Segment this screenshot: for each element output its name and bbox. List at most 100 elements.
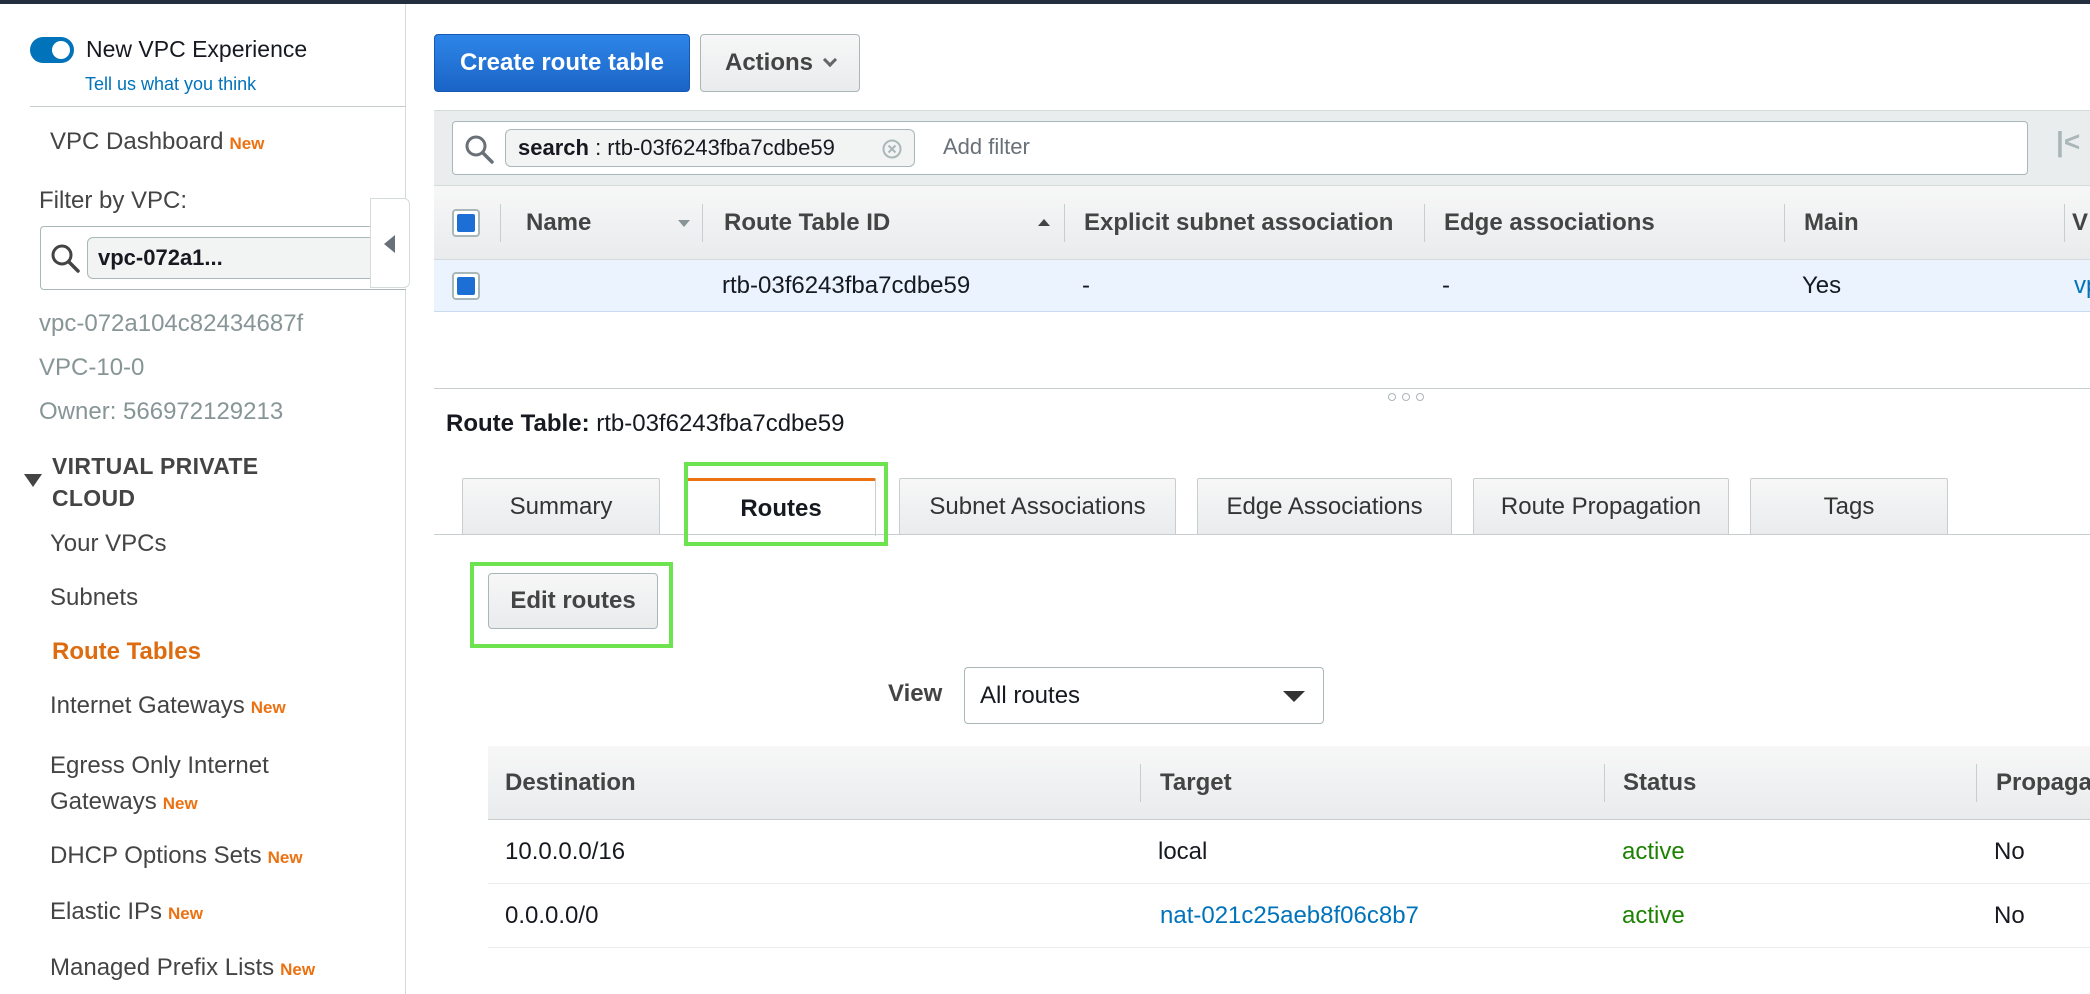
- sidebar-item-elastic-ips[interactable]: Elastic IPs New: [50, 898, 203, 926]
- cell-status: active: [1622, 838, 1685, 865]
- cell-edge-associations: -: [1442, 272, 1450, 299]
- collapse-sidebar-button[interactable]: [370, 198, 410, 288]
- column-header-destination[interactable]: Destination: [505, 746, 636, 820]
- clear-icon[interactable]: [882, 139, 902, 159]
- chevron-down-icon: [822, 52, 838, 68]
- view-selected-value: All routes: [980, 682, 1081, 709]
- sidebar-item-label: Subnets: [50, 584, 139, 611]
- new-vpc-toggle[interactable]: [30, 36, 74, 63]
- search-icon: [51, 244, 80, 273]
- filter-by-vpc-label: Filter by VPC:: [39, 187, 188, 214]
- tab-summary[interactable]: Summary: [462, 478, 660, 535]
- feedback-link[interactable]: Tell us what you think: [85, 74, 256, 95]
- sidebar-item-label: DHCP Options Sets: [50, 842, 262, 869]
- new-badge: New: [162, 794, 198, 813]
- column-header-main[interactable]: Main: [1804, 186, 1859, 260]
- add-filter-placeholder[interactable]: Add filter: [943, 134, 1030, 160]
- route-table-title: Route Table: rtb-03f6243fba7cdbe59: [446, 410, 844, 438]
- section-title-line2: CLOUD: [52, 485, 136, 511]
- column-header-name[interactable]: Name: [526, 186, 591, 260]
- cell-destination: 0.0.0.0/0: [505, 902, 599, 929]
- create-route-table-button[interactable]: Create route table: [434, 34, 690, 92]
- search-icon: [465, 135, 494, 164]
- sort-icon[interactable]: [678, 220, 690, 227]
- sidebar: New VPC Experience Tell us what you thin…: [0, 4, 406, 994]
- column-separator: [702, 204, 703, 242]
- actions-label: Actions: [724, 49, 813, 76]
- chip-key: search: [518, 135, 589, 160]
- tab-tags[interactable]: Tags: [1750, 478, 1948, 535]
- sidebar-item-your-vpcs[interactable]: Your VPCs: [50, 530, 167, 558]
- view-label: View: [888, 680, 943, 707]
- select-all-checkbox[interactable]: [452, 209, 480, 237]
- triangle-down-icon: [24, 474, 42, 487]
- sidebar-item-label: VPC Dashboard: [50, 128, 224, 155]
- table-row: 0.0.0.0/0 nat-021c25aeb8f06c8b7 active N…: [488, 884, 2090, 948]
- search-bar-area: search : rtb-03f6243fba7cdbe59 Add filte…: [434, 110, 2090, 186]
- section-title: VIRTUAL PRIVATE CLOUD: [52, 450, 258, 514]
- column-header-propagated[interactable]: Propaga: [1996, 746, 2090, 820]
- sidebar-item-dhcp-options-sets[interactable]: DHCP Options Sets New: [50, 842, 303, 870]
- vpc-owner-text: Owner: 566972129213: [39, 398, 284, 425]
- view-select[interactable]: All routes: [964, 667, 1324, 724]
- new-badge: New: [229, 134, 265, 153]
- cell-main: Yes: [1802, 272, 1842, 299]
- panel-splitter[interactable]: [434, 388, 2090, 389]
- column-header-edge-associations[interactable]: Edge associations: [1444, 186, 1655, 260]
- cell-vpc-link[interactable]: vp: [2074, 260, 2090, 312]
- edit-routes-highlight: [470, 562, 673, 648]
- vpc-filter-token[interactable]: vpc-072a1...: [87, 237, 403, 279]
- cell-target: local: [1158, 838, 1208, 865]
- cell-propagated: No: [1994, 902, 2025, 929]
- sidebar-item-vpc-dashboard[interactable]: VPC Dashboard New: [50, 128, 264, 156]
- search-filter-chip[interactable]: search : rtb-03f6243fba7cdbe59: [505, 129, 915, 167]
- sidebar-item-label-line2: Gateways: [50, 788, 157, 815]
- chip-value: rtb-03f6243fba7cdbe59: [607, 135, 835, 160]
- sidebar-item-route-tables[interactable]: Route Tables: [52, 638, 201, 666]
- sidebar-item-internet-gateways[interactable]: Internet Gateways New: [50, 692, 286, 720]
- table-row[interactable]: rtb-03f6243fba7cdbe59 - - Yes vp: [434, 260, 2090, 312]
- resize-handle[interactable]: [1388, 393, 1424, 401]
- first-page-button[interactable]: |<: [2056, 126, 2080, 158]
- column-header-target[interactable]: Target: [1160, 746, 1232, 820]
- column-header-status[interactable]: Status: [1623, 746, 1696, 820]
- sidebar-item-label: Egress Only Internet: [50, 752, 269, 779]
- chip-separator: :: [588, 135, 608, 160]
- sidebar-item-label: Your VPCs: [50, 530, 167, 557]
- tab-subnet-associations[interactable]: Subnet Associations: [899, 478, 1176, 535]
- routes-tab-highlight: [684, 462, 888, 546]
- section-title-line1: VIRTUAL PRIVATE: [52, 453, 259, 479]
- sort-ascending-icon[interactable]: [1038, 219, 1050, 226]
- filter-search-input[interactable]: search : rtb-03f6243fba7cdbe59 Add filte…: [452, 121, 2028, 175]
- sidebar-divider: [30, 106, 406, 107]
- new-badge: New: [250, 698, 286, 717]
- column-header-explicit-subnet-association[interactable]: Explicit subnet association: [1084, 186, 1438, 260]
- tab-route-propagation[interactable]: Route Propagation: [1473, 478, 1729, 535]
- column-header-vpc[interactable]: V: [2072, 186, 2088, 260]
- sidebar-item-managed-prefix-lists[interactable]: Managed Prefix Lists New: [50, 954, 315, 982]
- vpc-filter-input[interactable]: vpc-072a1...: [40, 226, 406, 290]
- column-separator: [2064, 204, 2065, 242]
- section-virtual-private-cloud[interactable]: VIRTUAL PRIVATE CLOUD: [24, 450, 258, 514]
- cell-propagated: No: [1994, 838, 2025, 865]
- new-vpc-toggle-row[interactable]: New VPC Experience: [30, 36, 307, 63]
- column-header-route-table-id[interactable]: Route Table ID: [724, 186, 890, 260]
- collapse-left-icon: [384, 235, 395, 253]
- cell-explicit-subnet: -: [1082, 272, 1090, 299]
- sidebar-item-label: Managed Prefix Lists: [50, 954, 275, 981]
- cell-destination: 10.0.0.0/16: [505, 838, 626, 865]
- table-row: 10.0.0.0/16 local active No: [488, 820, 2090, 884]
- vpc-filter-value: vpc-072a1...: [98, 245, 223, 270]
- cell-status: active: [1622, 902, 1685, 929]
- cell-target-link[interactable]: nat-021c25aeb8f06c8b7: [1160, 884, 1419, 948]
- sidebar-item-egress-only-internet-gateways[interactable]: Egress Only Internet Gateways New: [50, 748, 269, 822]
- column-separator: [1604, 764, 1605, 802]
- actions-button[interactable]: Actions: [700, 34, 860, 92]
- toggle-label: New VPC Experience: [86, 36, 308, 62]
- row-checkbox[interactable]: [452, 272, 480, 300]
- column-separator: [1976, 764, 1977, 802]
- column-separator: [500, 204, 501, 242]
- sidebar-item-subnets[interactable]: Subnets: [50, 584, 138, 612]
- sidebar-item-label: Route Tables: [52, 638, 201, 665]
- tab-edge-associations[interactable]: Edge Associations: [1197, 478, 1452, 535]
